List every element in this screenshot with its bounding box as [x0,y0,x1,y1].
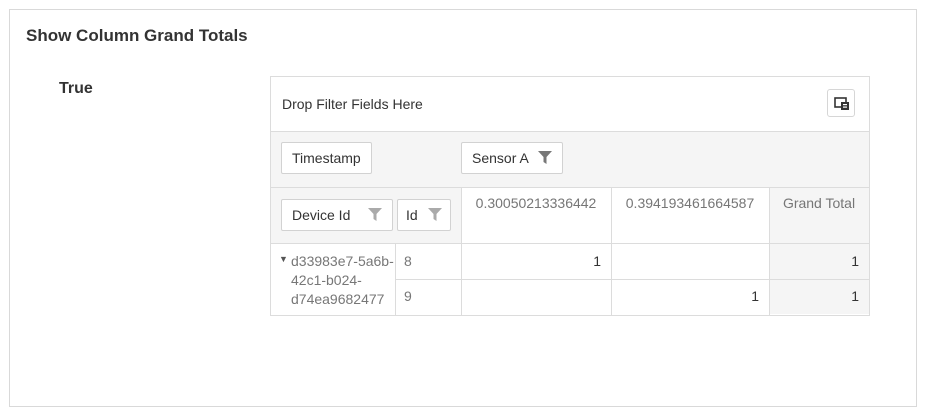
row-header-id: 9 [404,288,412,304]
row-field-label: Id [406,207,418,223]
settings-card: Show Column Grand Totals True Drop Filte… [9,9,917,407]
field-chooser-icon [834,97,849,110]
divider [611,187,612,315]
column-header: 0.30050213336442 [475,195,597,211]
row-field-label: Device Id [292,207,351,223]
device-id-line: d74ea9682477 [291,291,385,307]
row-field-id[interactable]: Id [397,199,451,231]
data-field-label: Sensor A [472,150,529,166]
filter-drop-area[interactable]: Drop Filter Fields Here [271,77,869,132]
device-id-line: 42c1-b024- [291,272,362,288]
divider [271,243,869,244]
filter-icon[interactable] [537,151,552,165]
column-field-timestamp[interactable]: Timestamp [281,142,372,174]
field-chooser-button[interactable] [827,89,855,117]
pivot-header-area: Timestamp Sensor A Device Id Id 0.300502… [271,132,869,244]
row-header-id: 8 [404,253,412,269]
data-cell: 1 [593,253,601,269]
row-header-device-id[interactable]: ▼ d33983e7-5a6b- 42c1-b024- d74ea9682477 [279,252,397,309]
grand-total-cell: 1 [769,244,869,279]
grand-total-header: Grand Total [782,195,856,211]
data-cell: 1 [751,288,759,304]
filter-placeholder: Drop Filter Fields Here [282,96,423,112]
divider [769,187,770,315]
column-header: 0.394193461664587 [625,195,755,211]
collapse-arrow-icon[interactable]: ▼ [279,250,288,269]
data-field-sensor-a[interactable]: Sensor A [461,142,563,174]
column-field-label: Timestamp [292,150,361,166]
device-id-line: d33983e7-5a6b- [291,253,394,269]
divider [395,279,869,280]
data-cell [611,244,769,279]
grand-total-cell: 1 [769,279,869,314]
pivot-grid: Drop Filter Fields Here Timestamp Sensor… [270,76,870,316]
divider [461,187,462,315]
card-title: Show Column Grand Totals [26,26,248,45]
row-field-device-id[interactable]: Device Id [281,199,394,231]
filter-icon[interactable] [427,208,442,222]
column-headers: 0.30050213336442 0.394193461664587 Grand… [461,187,869,244]
data-cell [461,279,611,314]
option-value-label: True [59,80,93,97]
divider [271,187,869,188]
filter-icon[interactable] [368,208,383,222]
